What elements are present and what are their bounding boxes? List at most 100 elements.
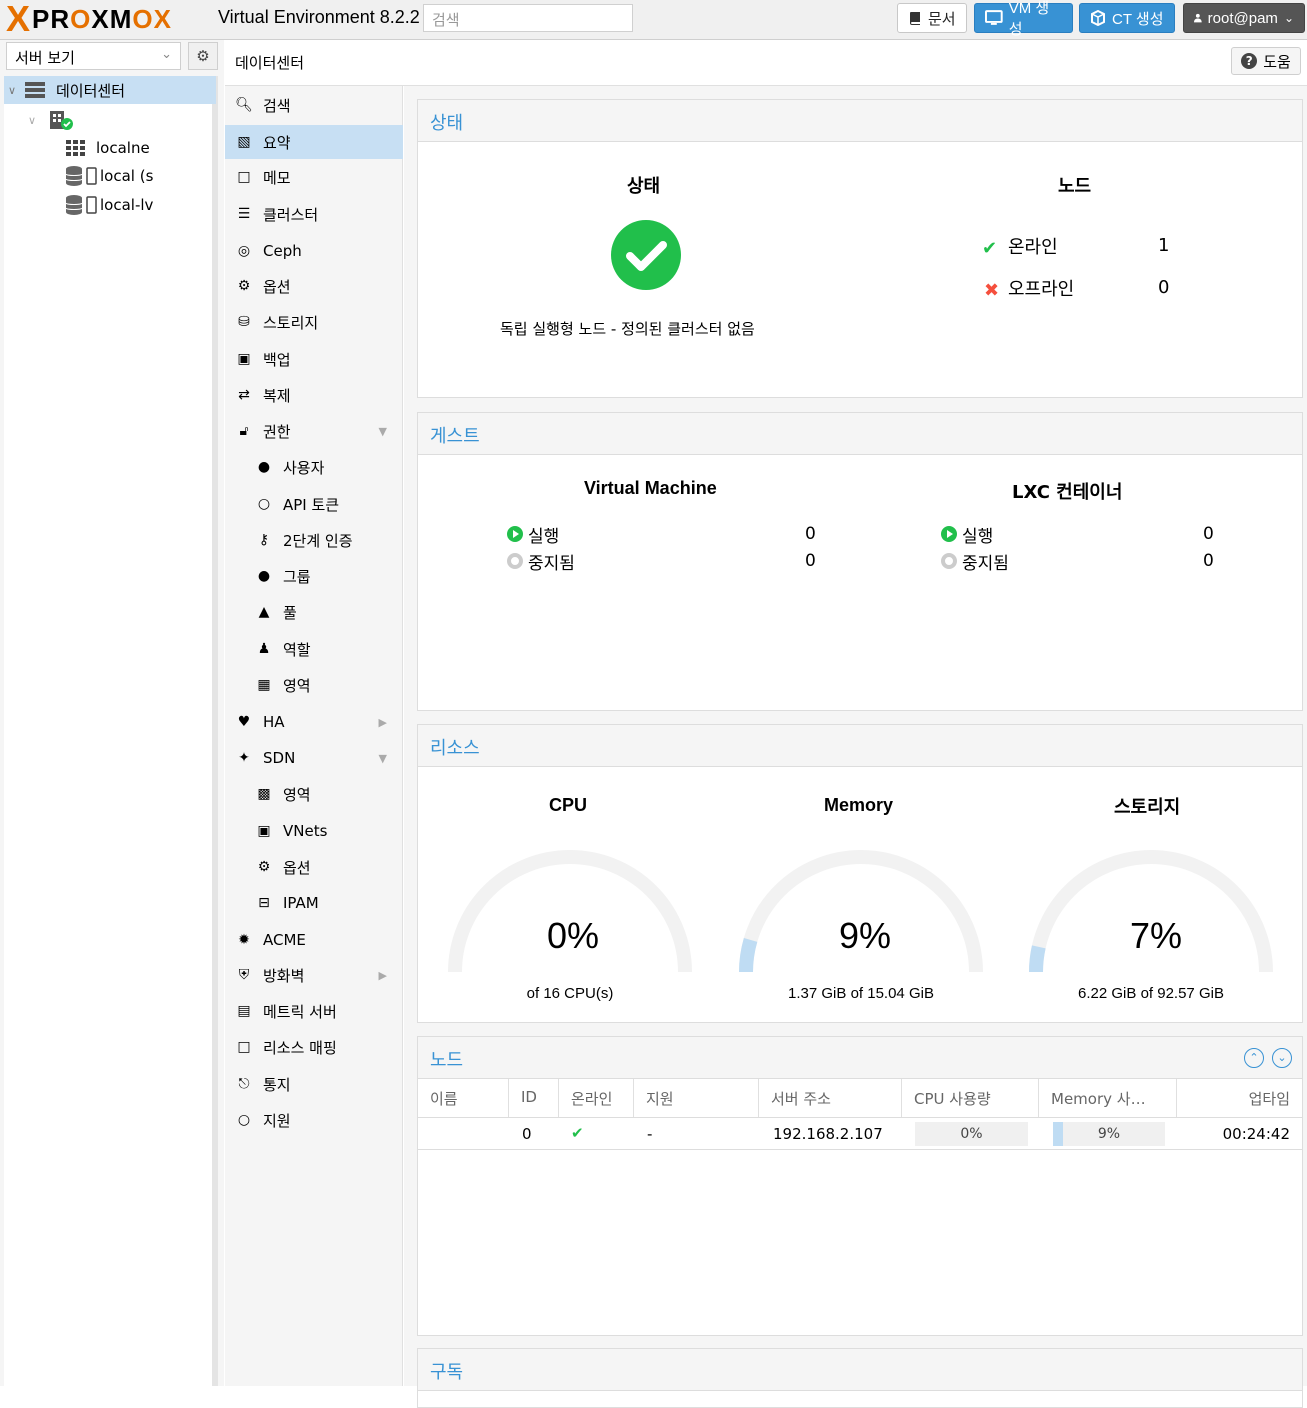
tree-item-storage-local-lvm[interactable]: local-lv [4,191,216,219]
column-header-uptime[interactable]: 업타임 [1177,1079,1302,1117]
nav-item-label: ACME [263,931,306,949]
nav-item-label: 스토리지 [263,313,319,332]
nav-item-label: 백업 [263,350,291,369]
tree-item-storage-local[interactable]: local (s [4,162,216,190]
user-icon: ● [257,459,271,475]
database-icon [66,166,97,186]
lxc-stopped-count: 0 [1203,551,1214,571]
resource-tree: ∨ 데이터센터 ∨ localne local (s local-lv [4,76,218,1386]
bar-chart-icon: ▤ [237,1003,251,1019]
summary-content: 상태 상태 독립 실행형 노드 - 정의된 클러스터 없음 노드 ✔ 온라인 1… [404,86,1307,1408]
nav-item-realms[interactable]: ▦ 영역 [225,668,403,702]
cpu-usage-bar: 0% [915,1122,1028,1146]
expand-down-icon[interactable]: ⌄ [1272,1048,1292,1068]
tree-item-label: local (s [100,167,154,185]
nav-item-options[interactable]: ⚙ 옵션 [225,269,403,303]
search-input[interactable]: 검색 [423,4,633,32]
offline-label: 오프라인 [1008,279,1075,300]
nav-item-sdn-options[interactable]: ⚙ 옵션 [225,850,403,884]
nav-item-api-tokens[interactable]: ○ API 토큰 [225,487,403,521]
nav-item-storage[interactable]: ⛁ 스토리지 [225,305,403,339]
guests-panel-header: 게스트 [418,413,1302,455]
tree-settings-button[interactable]: ⚙ [188,42,218,70]
user-outline-icon: ○ [257,496,271,512]
caret-down-icon: ▼ [378,751,387,765]
tree-item-sdn-zone[interactable]: localne [4,134,216,162]
nav-item-support[interactable]: ○ 지원 [225,1103,403,1137]
create-ct-button[interactable]: CT 생성 [1079,3,1175,33]
column-header-cpu[interactable]: CPU 사용량 [902,1079,1039,1117]
tree-item-label: localne [96,139,150,157]
tree-item-node[interactable]: ∨ [4,106,216,134]
create-vm-button[interactable]: VM 생성 [974,0,1073,38]
create-ct-label: CT 생성 [1112,10,1164,28]
collapse-up-icon[interactable]: ⌃ [1244,1048,1264,1068]
nav-item-label: 지원 [263,1111,291,1130]
nav-item-metric-server[interactable]: ▤ 메트릭 서버 [225,994,403,1028]
nav-item-users[interactable]: ● 사용자 [225,450,403,484]
nav-item-search[interactable]: 🔍︎ 검색 [225,88,403,122]
vm-running-count: 0 [805,524,816,544]
nav-item-groups[interactable]: ● 그룹 [225,559,403,593]
online-count: 1 [1158,235,1170,256]
breadcrumb-bar: 데이터센터 ? 도움 [225,40,1307,86]
nodes-panel-header: 노드 ⌃ ⌄ [418,1037,1302,1079]
cell-support: - [647,1125,653,1143]
nav-item-roles[interactable]: ♟ 역할 [225,632,403,666]
docs-button[interactable]: 문서 [897,3,967,33]
user-menu-button[interactable]: root@pam ⌄ [1183,3,1305,33]
nav-item-pools[interactable]: ▲ 풀 [225,595,403,629]
check-circle-icon [611,220,681,290]
database-icon [66,195,97,215]
lxc-header: LXC 컨테이너 [1012,482,1123,503]
panel-title: 상태 [430,113,464,134]
play-circle-icon [507,526,523,542]
nav-item-notifications[interactable]: ⎋ 통지 [225,1067,403,1101]
male-icon: ♟ [257,641,271,657]
nav-item-firewall[interactable]: ⛨ 방화벽 ▶ [225,958,403,992]
nav-item-notes[interactable]: □ 메모 [225,160,403,194]
nav-item-acme[interactable]: ✹ ACME [225,923,403,957]
cpu-detail: of 16 CPU(s) [526,985,614,1002]
nav-item-backup[interactable]: ▣ 백업 [225,342,403,376]
column-header-online[interactable]: 온라인 [559,1079,634,1117]
nav-item-summary[interactable]: ▧ 요약 [225,125,403,159]
nav-item-sdn-zones[interactable]: ▩ 영역 [225,777,403,811]
caret-right-icon: ▶ [378,715,387,729]
nav-item-replication[interactable]: ⇄ 복제 [225,378,403,412]
vm-header: Virtual Machine [584,478,717,498]
cell-address: 192.168.2.107 [773,1125,883,1143]
view-selector[interactable]: 서버 보기 ⌄ [6,42,181,70]
column-header-id[interactable]: ID [509,1079,559,1117]
chevron-down-icon: ⌄ [161,47,172,62]
nav-item-permissions[interactable]: 🔓︎ 권한 ▼ [225,414,403,448]
gear-icon: ⚙ [196,47,210,65]
nav-item-resource-mappings[interactable]: □ 리소스 매핑 [225,1030,403,1064]
nav-item-two-factor[interactable]: ⚷ 2단계 인증 [225,523,403,557]
nav-item-ha[interactable]: ♥ HA ▶ [225,705,403,739]
lxc-running-count: 0 [1203,524,1214,544]
chevron-down-icon: ∨ [28,113,37,127]
column-header-address[interactable]: 서버 주소 [759,1079,902,1117]
nav-item-vnets[interactable]: ▣ VNets [225,814,403,848]
logo-x: X [6,0,31,39]
ceph-icon: ◎ [237,243,251,259]
panel-title: 구독 [430,1362,464,1383]
nav-item-ceph[interactable]: ◎ Ceph [225,234,403,268]
tree-item-datacenter[interactable]: ∨ 데이터센터 [4,76,216,104]
nav-item-label: 옵션 [263,277,291,296]
nav-item-ipam[interactable]: ⊟ IPAM [225,886,403,920]
nav-item-sdn[interactable]: ✦ SDN ▼ [225,741,403,775]
user-label: root@pam [1207,9,1278,27]
breadcrumb: 데이터센터 [235,54,305,72]
column-header-support[interactable]: 지원 [634,1079,759,1117]
column-header-name[interactable]: 이름 [418,1079,509,1117]
column-header-memory[interactable]: Memory 사… [1039,1079,1177,1117]
help-button[interactable]: ? 도움 [1231,47,1301,75]
nav-item-cluster[interactable]: ☰ 클러스터 [225,197,403,231]
storage-gauge [1029,850,1273,973]
memory-usage-text: 9% [1097,1126,1121,1142]
proxmox-logo[interactable]: X PROXMOX [6,0,172,39]
table-row[interactable]: 0 ✔ - 192.168.2.107 0% 9% 00:24:42 [418,1118,1302,1150]
caret-down-icon: ▼ [378,424,387,438]
